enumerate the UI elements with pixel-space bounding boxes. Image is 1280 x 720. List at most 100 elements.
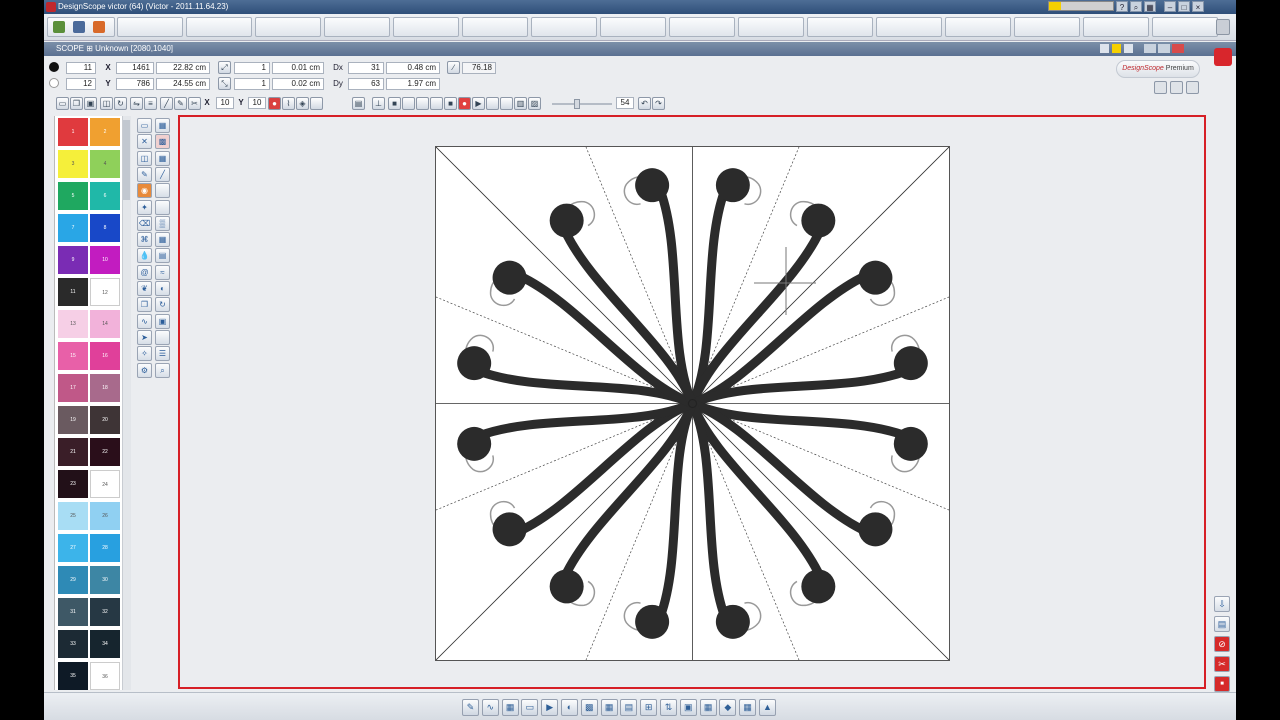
tab-file[interactable] <box>47 17 115 37</box>
color-swatch[interactable]: 4 <box>90 150 120 178</box>
color-swatch[interactable]: 32 <box>90 598 120 626</box>
redo-icon[interactable]: ↷ <box>652 97 665 110</box>
record-red-icon[interactable]: ● <box>458 97 471 110</box>
line-icon[interactable]: ╱ <box>160 97 173 110</box>
color-swatch[interactable]: 26 <box>90 502 120 530</box>
layers-icon[interactable]: ▤ <box>1214 616 1230 632</box>
tool-b-icon[interactable] <box>416 97 429 110</box>
color-swatch[interactable]: 27 <box>58 534 88 562</box>
tab-3[interactable] <box>186 17 252 37</box>
zoom-slider-track[interactable] <box>552 103 612 105</box>
y-cm-field[interactable]: 24.55 cm <box>156 78 210 90</box>
rotate-tool-icon[interactable]: ↻ <box>155 297 170 313</box>
tool-f-icon[interactable]: ▥ <box>514 97 527 110</box>
pencil-tool-icon[interactable]: ✎ <box>137 166 152 182</box>
zoom-slider-handle[interactable] <box>574 99 580 109</box>
layers-tool-icon[interactable]: ◫ <box>137 150 152 166</box>
color-swatch[interactable]: 15 <box>58 342 88 370</box>
color-swatch[interactable]: 36 <box>90 662 120 690</box>
scale-x-cm-field[interactable]: 0.01 cm <box>272 62 324 74</box>
new-page-icon[interactable]: ▭ <box>137 118 152 133</box>
folder-small-icon[interactable]: ▤ <box>352 97 365 110</box>
brush-tool-icon[interactable]: ✦ <box>137 199 152 215</box>
color-swatch[interactable]: 2 <box>90 118 120 146</box>
color-swatch[interactable]: 16 <box>90 342 120 370</box>
pattern-mode-icon[interactable]: ▦ <box>600 699 618 716</box>
tab-9[interactable] <box>600 17 666 37</box>
color-swatch[interactable]: 18 <box>90 374 120 402</box>
color-swatch[interactable]: 3 <box>58 150 88 178</box>
scale-y-cm-field[interactable]: 0.02 cm <box>272 78 324 90</box>
wave-tool-icon[interactable]: ≈ <box>155 264 170 280</box>
emboss-mode-icon[interactable]: ▣ <box>679 699 697 716</box>
cut-icon[interactable]: ✂ <box>1214 656 1230 672</box>
color-swatch[interactable]: 24 <box>90 470 120 498</box>
pencil-icon[interactable]: ✎ <box>174 97 187 110</box>
doc-grid-icon[interactable] <box>1100 44 1109 53</box>
palette-scrollbar[interactable] <box>122 116 131 690</box>
angle-field[interactable]: 76.18 <box>462 62 496 74</box>
brush-icon[interactable]: ⌇ <box>282 97 295 110</box>
dx-field[interactable]: 31 <box>348 62 384 74</box>
pattern-icon[interactable]: ▩ <box>155 134 170 150</box>
grid-tool-icon[interactable]: ▦ <box>155 150 170 166</box>
transform-mode-icon[interactable]: ▩ <box>580 699 598 716</box>
tab-6[interactable] <box>393 17 459 37</box>
record-icon[interactable]: ● <box>268 97 281 110</box>
help-icon[interactable]: ? <box>1116 1 1128 12</box>
color-swatch[interactable]: 7 <box>58 214 88 242</box>
delete-icon[interactable]: ⊘ <box>1214 636 1230 652</box>
flip-icon[interactable]: ⇋ <box>130 97 143 110</box>
design-canvas[interactable] <box>178 115 1206 689</box>
scissors-icon[interactable]: ✂ <box>188 97 201 110</box>
minimize-button[interactable]: – <box>1164 1 1176 12</box>
color-swatch[interactable]: 28 <box>90 534 120 562</box>
zoom-tool-icon[interactable]: ⌕ <box>155 362 170 378</box>
zoom-field[interactable]: 54 <box>616 97 634 109</box>
panel-button-2[interactable] <box>1170 81 1183 94</box>
panel-button-1[interactable] <box>1154 81 1167 94</box>
stitch-mode-icon[interactable]: ▦ <box>739 699 757 716</box>
align-icon[interactable]: ≡ <box>144 97 157 110</box>
swirl-tool-icon[interactable]: ∿ <box>137 313 152 329</box>
blend-mode-icon[interactable]: ◐ <box>561 699 578 716</box>
toolbar-y-field[interactable]: 10 <box>248 97 266 109</box>
stamp-tool-icon[interactable]: ◉ <box>137 183 152 199</box>
leaf-tool-icon[interactable]: ❦ <box>137 281 152 296</box>
color-swatch[interactable]: 19 <box>58 406 88 434</box>
dy-field[interactable]: 63 <box>348 78 384 90</box>
color-swatch[interactable]: 34 <box>90 630 120 658</box>
lattice-tool-icon[interactable]: ▦ <box>155 232 170 248</box>
lattice-mode-icon[interactable]: ▦ <box>699 699 717 716</box>
rotate-icon[interactable]: ↻ <box>114 97 127 110</box>
doc-search-icon[interactable] <box>1124 44 1133 53</box>
select-icon[interactable]: ▭ <box>56 97 69 110</box>
tab-7[interactable] <box>462 17 528 37</box>
toolbar-x-field[interactable]: 10 <box>216 97 234 109</box>
paste-icon[interactable]: ▣ <box>84 97 97 110</box>
color-swatch[interactable]: 35 <box>58 662 88 690</box>
search-icon[interactable]: ⌕ <box>1130 1 1142 12</box>
color-swatch[interactable]: 9 <box>58 246 88 274</box>
tab-5[interactable] <box>324 17 390 37</box>
palette-scroll-thumb[interactable] <box>123 120 130 200</box>
doc-maximize-button[interactable] <box>1158 44 1170 53</box>
tool-a-icon[interactable] <box>402 97 415 110</box>
play-icon[interactable]: ▶ <box>472 97 485 110</box>
tab-11[interactable] <box>738 17 804 37</box>
spiral-tool-icon[interactable]: @ <box>137 264 152 280</box>
arrow-up-icon[interactable]: ▲ <box>759 699 776 716</box>
color-swatch[interactable]: 11 <box>58 278 88 306</box>
sparkle-tool-icon[interactable]: ✧ <box>137 346 152 362</box>
color-swatch[interactable]: 8 <box>90 214 120 242</box>
panel-button-3[interactable] <box>1186 81 1199 94</box>
undo-icon[interactable]: ↶ <box>638 97 651 110</box>
tool-d-icon[interactable] <box>486 97 499 110</box>
eraser-tool-icon[interactable]: ⌫ <box>137 215 152 231</box>
dy-cm-field[interactable]: 1.97 cm <box>386 78 440 90</box>
gear-tool-icon[interactable]: ⚙ <box>137 362 152 378</box>
color-swatch[interactable]: 22 <box>90 438 120 466</box>
color-swatch[interactable]: 14 <box>90 310 120 338</box>
tab-4[interactable] <box>255 17 321 37</box>
layer-field-1[interactable]: 11 <box>66 62 96 74</box>
